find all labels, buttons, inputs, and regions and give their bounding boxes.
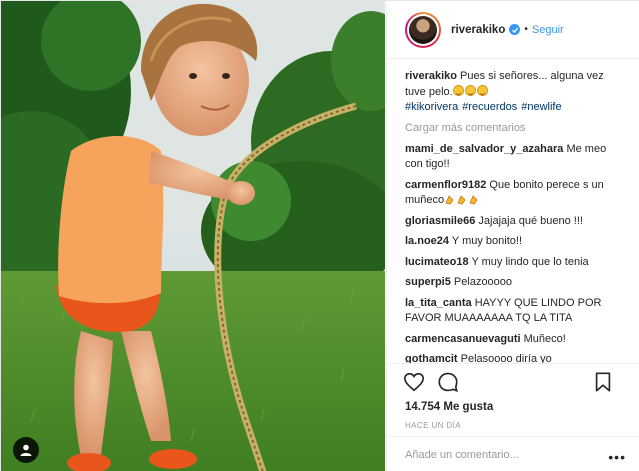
follow-button[interactable]: Seguir bbox=[532, 24, 564, 36]
comment-text: Jajajaja qué bueno !!! bbox=[478, 214, 583, 227]
comment-item: superpi5 Pelazooooo bbox=[405, 275, 624, 291]
comment-item: carmenflor9182 Que bonito perece s un mu… bbox=[405, 178, 624, 209]
comment-username[interactable]: la.noe24 bbox=[405, 235, 449, 247]
comment-item: gloriasmile66 Jajajaja qué bueno !!! bbox=[405, 214, 624, 230]
comments-list[interactable]: riverakiko Pues si señores... alguna vez… bbox=[387, 59, 639, 363]
comment-username[interactable]: gloriasmile66 bbox=[405, 215, 475, 227]
comment-username[interactable]: carmencasanuevaguti bbox=[405, 333, 521, 345]
comment-username[interactable]: lucimateo18 bbox=[405, 256, 469, 268]
grimacing-emoji-icon bbox=[452, 84, 464, 96]
likes-count[interactable]: 14.754 Me gusta bbox=[405, 401, 493, 413]
post-caption: riverakiko Pues si señores... alguna vez… bbox=[405, 69, 624, 116]
bookmark-icon[interactable] bbox=[592, 371, 614, 393]
header-username[interactable]: riverakiko bbox=[451, 24, 505, 36]
post-timestamp: HACE UN DÍA bbox=[405, 421, 461, 430]
comment-username[interactable]: carmenflor9182 bbox=[405, 179, 486, 191]
comment-item: mami_de_salvador_y_azahara Me meo con ti… bbox=[405, 142, 624, 173]
verified-badge-icon bbox=[509, 24, 521, 35]
post-header: riverakiko • Seguir bbox=[387, 1, 639, 59]
comment-text: Pelasoooo diría yo bbox=[460, 353, 552, 363]
add-comment-bar: ••• bbox=[387, 436, 639, 471]
comment-item: la.noe24 Y muy bonito!! bbox=[405, 234, 624, 250]
comment-username[interactable]: mami_de_salvador_y_azahara bbox=[405, 143, 563, 155]
comment-item: carmencasanuevaguti Muñeco! bbox=[405, 332, 624, 348]
clapping-hands-emoji-icon bbox=[445, 195, 454, 205]
comment-text: Pelazooooo bbox=[453, 276, 513, 288]
hashtag-link[interactable]: #recuerdos bbox=[462, 101, 517, 113]
comment-item: gothamcit Pelasoooo diría yo bbox=[405, 352, 624, 363]
comment-text: Y muy bonito!! bbox=[451, 235, 523, 247]
comment-item: la_tita_canta HAYYY QUE LINDO POR FAVOR … bbox=[405, 296, 624, 327]
comment-username[interactable]: la_tita_canta bbox=[405, 297, 472, 309]
comment-text: Muñeco! bbox=[523, 332, 566, 345]
comment-item: lucimateo18 Y muy lindo que lo tenia bbox=[405, 255, 624, 271]
more-options-button[interactable]: ••• bbox=[608, 449, 626, 465]
user-tag-button[interactable] bbox=[13, 437, 39, 463]
post-actions bbox=[387, 363, 639, 399]
load-more-comments-button[interactable]: Cargar más comentarios bbox=[405, 122, 624, 134]
instagram-post: riverakiko • Seguir riverakiko Pues si s… bbox=[0, 0, 639, 471]
grimacing-emoji-icon bbox=[464, 84, 476, 96]
photo-illustration bbox=[1, 1, 385, 471]
user-tag-icon bbox=[20, 444, 32, 456]
hashtag-link[interactable]: #newlife bbox=[521, 101, 561, 113]
grimacing-emoji-icon bbox=[476, 84, 488, 96]
separator-dot: • bbox=[524, 24, 528, 35]
caption-username[interactable]: riverakiko bbox=[405, 70, 457, 82]
comment-text: Y muy lindo que lo tenia bbox=[471, 255, 589, 268]
comment-username[interactable]: superpi5 bbox=[405, 276, 451, 288]
clapping-hands-emoji-icon bbox=[457, 195, 466, 205]
post-photo[interactable] bbox=[1, 1, 385, 471]
hashtag-link[interactable]: #kikorivera bbox=[405, 101, 458, 113]
avatar[interactable] bbox=[405, 11, 441, 48]
heart-icon[interactable] bbox=[403, 371, 425, 393]
comment-input[interactable] bbox=[405, 448, 615, 461]
clapping-hands-emoji-icon bbox=[469, 195, 478, 205]
caption-hashtags: #kikorivera #recuerdos #newlife bbox=[405, 100, 624, 116]
post-panel: riverakiko • Seguir riverakiko Pues si s… bbox=[386, 1, 639, 471]
comment-bubble-icon[interactable] bbox=[437, 371, 459, 393]
comment-username[interactable]: gothamcit bbox=[405, 353, 458, 363]
